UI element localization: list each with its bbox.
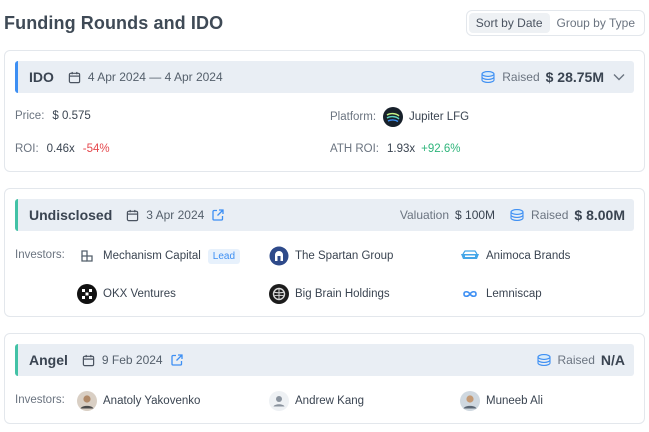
investor-item[interactable]: The Spartan Group <box>269 246 393 266</box>
spartan-group-logo-icon <box>269 246 289 266</box>
roi-row: ROI: 0.46x -54% <box>15 143 110 155</box>
platform-label: Platform: <box>330 111 377 123</box>
platform-value[interactable]: Jupiter LFG <box>409 111 469 123</box>
price-value: $ 0.575 <box>52 110 91 122</box>
page-title: Funding Rounds and IDO <box>4 13 224 33</box>
round-date: 4 Apr 2024 — 4 Apr 2024 <box>68 70 223 84</box>
price-label: Price: <box>15 110 45 122</box>
calendar-icon <box>68 71 81 83</box>
investors-label: Investors: <box>15 394 65 406</box>
raised-summary: Raised $ 28.75M <box>480 69 625 85</box>
investors-label: Investors: <box>15 249 65 261</box>
investor-name: Andrew Kang <box>295 395 365 407</box>
sort-toggle: Sort by Date Group by Type <box>465 10 645 36</box>
investor-item[interactable]: Animoca Brands <box>460 246 570 266</box>
round-date-text: 3 Apr 2024 <box>146 208 205 222</box>
investor-name: The Spartan Group <box>295 250 394 262</box>
big-brain-holdings-logo-icon <box>269 284 289 304</box>
round-card-angel: Angel 9 Feb 2024 Raised N/A Investors: A… <box>4 333 645 424</box>
raised-label: Raised <box>531 208 569 222</box>
section-header: Funding Rounds and IDO Sort by Date Grou… <box>4 10 645 38</box>
valuation-value: $ 100M <box>455 208 496 222</box>
animoca-brands-logo-icon <box>460 246 480 266</box>
raised-label: Raised <box>502 70 540 84</box>
round-type: Undisclosed <box>29 207 113 223</box>
investor-name: Lemniscap <box>486 288 542 300</box>
raised-value: $ 28.75M <box>545 69 604 85</box>
investor-name: Anatoly Yakovenko <box>103 395 201 407</box>
external-link-icon[interactable] <box>212 209 231 221</box>
raised-label: Raised <box>557 353 595 367</box>
investor-name: Animoca Brands <box>486 250 571 262</box>
investor-item[interactable]: Muneeb Ali <box>460 391 543 411</box>
investor-name: OKX Ventures <box>103 288 176 300</box>
investor-name: Big Brain Holdings <box>295 288 390 300</box>
lemniscap-logo-icon <box>460 284 480 304</box>
ath-roi-row: ATH ROI: 1.93x +92.6% <box>330 143 460 155</box>
round-header-bar[interactable]: Angel 9 Feb 2024 Raised N/A <box>15 344 634 376</box>
round-type: IDO <box>29 69 54 85</box>
ath-roi-change: +92.6% <box>421 143 461 155</box>
sort-by-date-button[interactable]: Sort by Date <box>468 13 550 33</box>
coins-icon <box>509 208 525 222</box>
chevron-down-icon[interactable] <box>613 73 625 81</box>
ath-roi-value: 1.93x <box>386 143 416 155</box>
calendar-icon <box>127 209 139 221</box>
investor-item[interactable]: Andrew Kang <box>269 391 364 411</box>
price-row: Price: $ 0.575 <box>15 110 91 122</box>
raised-value: N/A <box>600 352 625 368</box>
round-card-undisclosed: Undisclosed 3 Apr 2024 Valuation $ 100M … <box>4 188 645 317</box>
raised-summary: Raised N/A <box>536 352 625 368</box>
investor-item[interactable]: Lemniscap <box>460 284 542 304</box>
roi-change: -54% <box>82 143 110 155</box>
external-link-icon[interactable] <box>170 354 190 366</box>
investor-item[interactable]: Anatoly Yakovenko <box>77 391 200 411</box>
person-avatar-icon <box>77 391 97 411</box>
mechanism-capital-logo-icon <box>77 246 97 266</box>
coins-icon <box>480 70 496 84</box>
person-avatar-icon <box>460 391 480 411</box>
default-user-avatar-icon <box>269 391 289 411</box>
coins-icon <box>536 353 552 367</box>
raised-summary: Valuation $ 100M Raised $ 8.00M <box>400 207 625 223</box>
investor-name: Muneeb Ali <box>486 395 543 407</box>
round-type: Angel <box>29 352 68 368</box>
round-date-text: 4 Apr 2024 — 4 Apr 2024 <box>87 70 223 84</box>
ath-roi-label: ATH ROI: <box>330 143 379 155</box>
roi-value: 0.46x <box>46 143 75 155</box>
investor-item[interactable]: Mechanism Capital Lead <box>77 246 241 266</box>
group-by-type-button[interactable]: Group by Type <box>550 13 643 33</box>
round-header-bar[interactable]: IDO 4 Apr 2024 — 4 Apr 2024 Raised $ 28.… <box>15 61 634 93</box>
investor-name: Mechanism Capital <box>103 250 201 262</box>
okx-ventures-logo-icon <box>77 284 97 304</box>
raised-value: $ 8.00M <box>574 207 625 223</box>
jupiter-logo-icon <box>383 107 404 127</box>
round-header-bar[interactable]: Undisclosed 3 Apr 2024 Valuation $ 100M … <box>15 199 634 231</box>
round-date-text: 9 Feb 2024 <box>101 353 163 367</box>
calendar-icon <box>82 354 95 366</box>
round-date: 3 Apr 2024 <box>126 208 231 222</box>
round-date: 9 Feb 2024 <box>82 353 190 367</box>
investor-item[interactable]: Big Brain Holdings <box>269 284 390 304</box>
round-card-ido: IDO 4 Apr 2024 — 4 Apr 2024 Raised $ 28.… <box>4 50 645 172</box>
lead-badge: Lead <box>207 248 241 264</box>
platform-row: Platform: Jupiter LFG <box>330 107 469 127</box>
investor-item[interactable]: OKX Ventures <box>77 284 176 304</box>
valuation-label: Valuation <box>399 208 450 222</box>
roi-label: ROI: <box>15 143 39 155</box>
